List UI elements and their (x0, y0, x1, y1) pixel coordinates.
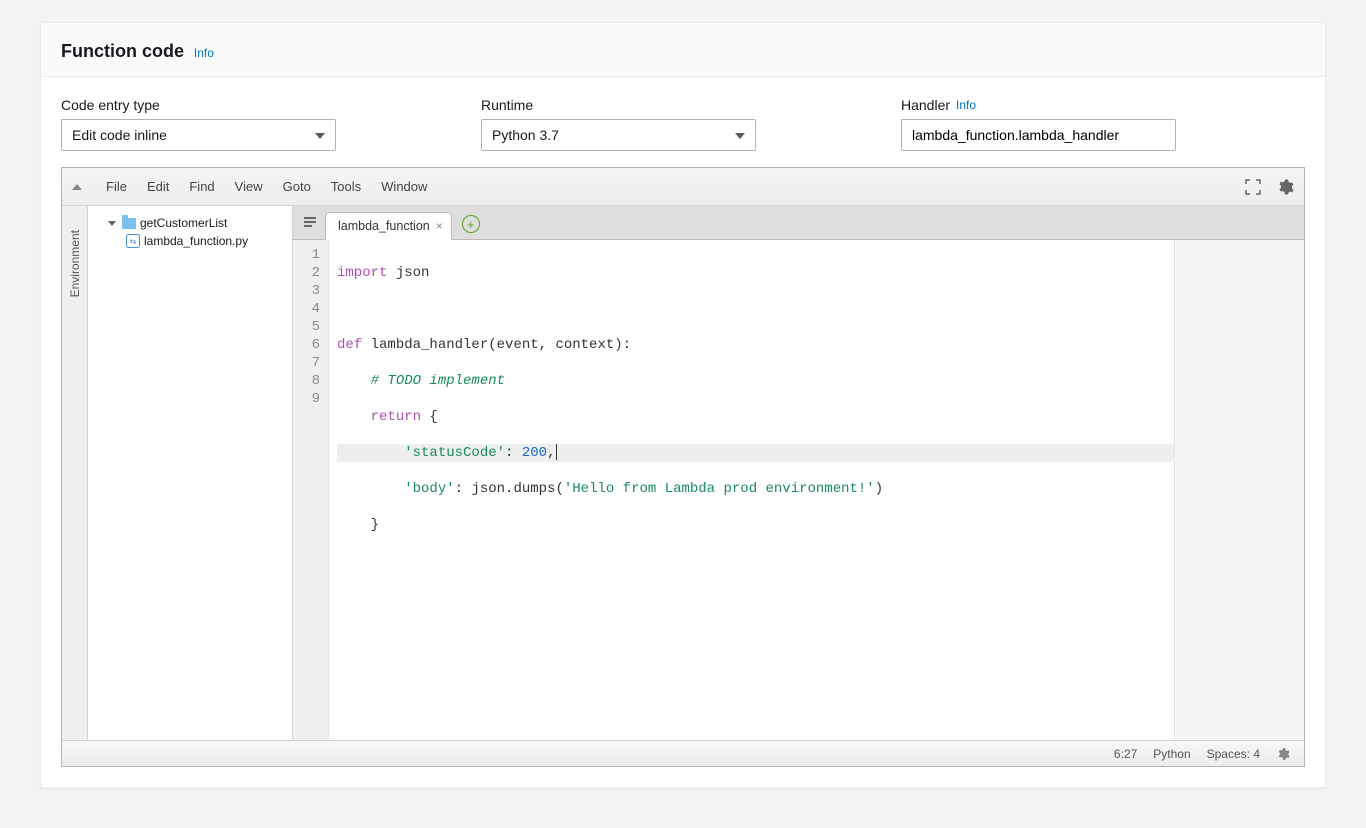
config-row: Code entry type Edit code inline Runtime… (61, 97, 1305, 151)
folder-icon (122, 218, 136, 229)
close-tab-icon[interactable]: × (436, 219, 443, 233)
menu-goto[interactable]: Goto (273, 179, 321, 194)
menu-tools[interactable]: Tools (321, 179, 371, 194)
menu-file[interactable]: File (96, 179, 137, 194)
runtime-value: Python 3.7 (492, 127, 559, 143)
editor-statusbar: 6:27 Python Spaces: 4 (62, 740, 1304, 766)
info-link[interactable]: Info (194, 46, 214, 60)
menu-edit[interactable]: Edit (137, 179, 179, 194)
language-mode[interactable]: Python (1153, 747, 1190, 761)
cloud9-editor: File Edit Find View Goto Tools Window (61, 167, 1305, 767)
menu-find[interactable]: Find (179, 179, 224, 194)
menu-view[interactable]: View (225, 179, 273, 194)
code-pane: lambda_function × + 1 2 3 4 5 (293, 206, 1304, 740)
tree-file-item[interactable]: ⇆ lambda_function.py (92, 232, 288, 250)
indent-setting[interactable]: Spaces: 4 (1207, 747, 1260, 761)
code-entry-type-value: Edit code inline (72, 127, 167, 143)
handler-input[interactable] (901, 119, 1176, 151)
cursor-position[interactable]: 6:27 (1114, 747, 1137, 761)
tabbar-dropdown-icon[interactable] (299, 205, 321, 239)
panel-title: Function code (61, 41, 184, 62)
menu-window[interactable]: Window (371, 179, 437, 194)
editor-body: Environment getCustomerList ⇆ lamb (62, 206, 1304, 740)
environment-rail[interactable]: Environment (62, 206, 88, 740)
runtime-select[interactable]: Python 3.7 (481, 119, 756, 151)
runtime-col: Runtime Python 3.7 (481, 97, 861, 151)
function-code-panel: Function code Info Code entry type Edit … (40, 22, 1326, 788)
runtime-label: Runtime (481, 97, 861, 113)
fullscreen-icon[interactable] (1244, 178, 1262, 196)
handler-info-link[interactable]: Info (956, 98, 976, 112)
handler-col: Handler Info (901, 97, 1281, 151)
new-tab-button[interactable]: + (462, 215, 480, 233)
handler-label: Handler (901, 97, 950, 113)
active-file-tab[interactable]: lambda_function × (325, 212, 452, 240)
statusbar-gear-icon[interactable] (1276, 747, 1290, 761)
tab-filename: lambda_function (338, 219, 430, 233)
root-folder-name: getCustomerList (140, 216, 227, 230)
code-entry-type-col: Code entry type Edit code inline (61, 97, 441, 151)
settings-gear-icon[interactable] (1276, 178, 1294, 196)
tab-bar: lambda_function × + (293, 206, 1304, 240)
panel-header: Function code Info (41, 23, 1325, 77)
handler-label-row: Handler Info (901, 97, 1281, 113)
python-file-icon: ⇆ (126, 234, 140, 248)
tree-root-folder[interactable]: getCustomerList (92, 214, 288, 232)
minimap-gutter (1174, 240, 1304, 740)
folder-caret-icon (108, 221, 116, 226)
line-number-gutter: 1 2 3 4 5 6 7 8 9 (293, 240, 329, 740)
svg-text:⇆: ⇆ (130, 238, 137, 247)
environment-rail-label: Environment (68, 230, 82, 297)
code-editor-area[interactable]: 1 2 3 4 5 6 7 8 9 import json def lambda… (293, 240, 1304, 740)
text-cursor (556, 444, 557, 460)
panel-body: Code entry type Edit code inline Runtime… (41, 77, 1325, 787)
tree-file-name: lambda_function.py (144, 234, 248, 248)
code-lines[interactable]: import json def lambda_handler(event, co… (329, 240, 1174, 740)
file-tree: getCustomerList ⇆ lambda_function.py (88, 206, 293, 740)
code-entry-type-select[interactable]: Edit code inline (61, 119, 336, 151)
editor-menubar: File Edit Find View Goto Tools Window (62, 168, 1304, 206)
code-entry-type-label: Code entry type (61, 97, 441, 113)
collapse-caret-icon[interactable] (72, 184, 82, 190)
